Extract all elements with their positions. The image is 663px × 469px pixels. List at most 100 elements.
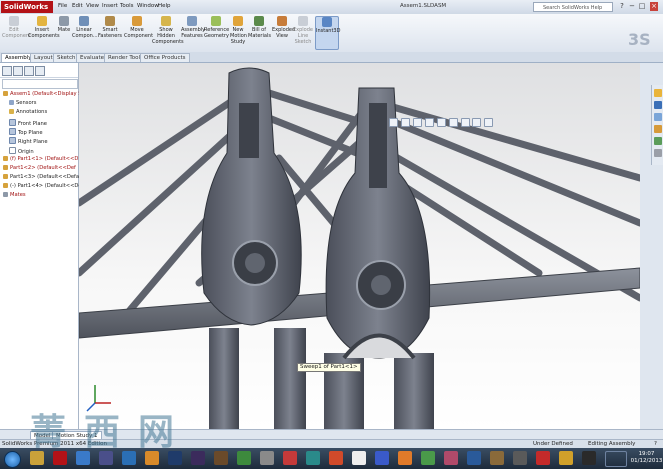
tree-item-origin[interactable]: Origin	[9, 147, 34, 156]
design-library-icon[interactable]	[654, 101, 662, 109]
menu-window[interactable]: Window	[137, 3, 159, 9]
bill-of-materials-button[interactable]: Bill of Materials	[248, 16, 271, 39]
custom-properties-icon[interactable]	[654, 149, 662, 157]
close-button[interactable]: ×	[650, 2, 658, 11]
linear-pattern-icon	[79, 16, 89, 26]
tree-item-top-plane[interactable]: Top Plane	[9, 128, 43, 137]
smart-fasteners-button[interactable]: Smart Fasteners	[98, 16, 122, 39]
exploded-view-button[interactable]: Exploded View	[272, 16, 295, 39]
insert-components-icon	[37, 16, 47, 26]
app-icon[interactable]	[513, 451, 527, 465]
task-pane-tabs	[651, 85, 663, 165]
insert-components-button[interactable]: Insert Components	[28, 16, 60, 39]
menu-insert[interactable]: Insert	[102, 3, 118, 9]
chrome-icon[interactable]	[122, 451, 136, 465]
section-view-icon[interactable]	[424, 118, 434, 127]
tree-item-front-plane[interactable]: Front Plane	[9, 119, 47, 128]
app-icon[interactable]	[490, 451, 504, 465]
tree-item-mates[interactable]: Mates	[3, 192, 26, 199]
app-icon[interactable]	[99, 451, 113, 465]
previous-view-icon[interactable]	[412, 118, 422, 127]
mate-button[interactable]: Mate	[57, 16, 71, 33]
after-effects-icon[interactable]	[191, 451, 205, 465]
tree-item-part1-3[interactable]: Part1<3> (Default<<Default	[3, 174, 86, 181]
photoshop-icon[interactable]	[168, 451, 182, 465]
dimxpert-manager-icon[interactable]	[35, 66, 45, 76]
explorer-icon[interactable]	[30, 451, 44, 465]
help-icon[interactable]: ?	[618, 2, 626, 11]
minimize-button[interactable]: −	[628, 2, 636, 11]
zoom-area-icon[interactable]	[400, 118, 410, 127]
system-tray[interactable]	[605, 451, 627, 467]
opera-icon[interactable]	[536, 451, 550, 465]
instant3d-button[interactable]: Instant3D	[315, 16, 340, 50]
tree-filter-input[interactable]	[2, 79, 78, 89]
tree-item-part1-2[interactable]: Part1<2> (Default<<Def	[3, 165, 76, 172]
move-component-button[interactable]: Move Component	[124, 16, 153, 39]
app-icon[interactable]	[444, 451, 458, 465]
windows-taskbar: 19:07 01/12/2013	[0, 448, 663, 469]
configuration-manager-icon[interactable]	[24, 66, 34, 76]
property-manager-icon[interactable]	[13, 66, 23, 76]
app-icon[interactable]	[559, 451, 573, 465]
menu-view[interactable]: View	[86, 3, 99, 9]
assembly-features-button[interactable]: Assembly Features	[181, 16, 205, 39]
menu-file[interactable]: File	[58, 3, 67, 9]
appearances-icon[interactable]	[654, 137, 662, 145]
tree-item-part1-4[interactable]: (-) Part1<4> (Default<<Def	[3, 183, 83, 190]
tree-item-sensors[interactable]: Sensors	[9, 100, 36, 107]
solidworks-taskbar-icon[interactable]	[53, 451, 67, 465]
tree-item-right-plane[interactable]: Right Plane	[9, 137, 48, 146]
skype-icon[interactable]	[375, 451, 389, 465]
ie-icon[interactable]	[76, 451, 90, 465]
app-icon[interactable]	[237, 451, 251, 465]
tree-item-assembly[interactable]: Assem1 (Default<Display St	[3, 91, 84, 98]
display-style-icon[interactable]	[448, 118, 458, 127]
solidworks-resources-icon[interactable]	[654, 89, 662, 97]
tab-office-products[interactable]: Office Products	[140, 53, 190, 62]
app-icon[interactable]	[398, 451, 412, 465]
start-button[interactable]	[4, 451, 21, 468]
menu-tools[interactable]: Tools	[120, 3, 134, 9]
hide-show-items-icon[interactable]	[460, 118, 470, 127]
instant3d-icon	[322, 17, 332, 27]
zoom-to-fit-icon[interactable]	[389, 118, 398, 127]
app-icon[interactable]	[329, 451, 343, 465]
heads-up-view-toolbar	[389, 118, 494, 129]
tree-item-part1-1[interactable]: (f) Part1<1> (Default<<D	[3, 156, 78, 163]
move-component-icon	[132, 16, 142, 26]
app-icon[interactable]	[582, 451, 596, 465]
bill-of-materials-icon	[254, 16, 264, 26]
menu-help[interactable]: Help	[158, 3, 171, 9]
tree-item-annotations[interactable]: Annotations	[9, 109, 47, 116]
app-icon[interactable]	[467, 451, 481, 465]
show-hidden-components-button[interactable]: Show Hidden Components	[152, 16, 184, 45]
menu-edit[interactable]: Edit	[72, 3, 83, 9]
bridge-model[interactable]	[79, 63, 640, 429]
view-orientation-icon[interactable]	[436, 118, 446, 127]
maximize-button[interactable]: □	[638, 2, 646, 11]
edit-component-button[interactable]: Edit Component	[2, 16, 31, 39]
explode-line-sketch-button[interactable]: Explode Line Sketch	[293, 16, 313, 45]
taskbar-clock[interactable]: 19:07 01/12/2013	[630, 451, 663, 465]
reference-geometry-button[interactable]: Reference Geometry	[204, 16, 229, 39]
app-icon[interactable]	[421, 451, 435, 465]
app-icon[interactable]	[352, 451, 366, 465]
explode-line-sketch-icon	[298, 16, 308, 26]
plane-icon	[9, 137, 16, 144]
apply-scene-icon[interactable]	[484, 118, 494, 127]
vlc-icon[interactable]	[145, 451, 159, 465]
file-explorer-icon[interactable]	[654, 113, 662, 121]
feature-manager-icon[interactable]	[2, 66, 12, 76]
view-palette-icon[interactable]	[654, 125, 662, 133]
edit-appearance-icon[interactable]	[472, 118, 482, 127]
app-icon[interactable]	[306, 451, 320, 465]
linear-component-pattern-button[interactable]: Linear Compon...	[72, 16, 98, 39]
app-icon[interactable]	[260, 451, 274, 465]
new-motion-study-button[interactable]: New Motion Study	[230, 16, 247, 45]
help-search-input[interactable]: Search SolidWorks Help	[533, 2, 613, 12]
graphics-area[interactable]: Sweep1 of Part1<1>	[79, 63, 640, 429]
app-icon[interactable]	[214, 451, 228, 465]
app-icon[interactable]	[283, 451, 297, 465]
part-icon	[3, 165, 8, 170]
